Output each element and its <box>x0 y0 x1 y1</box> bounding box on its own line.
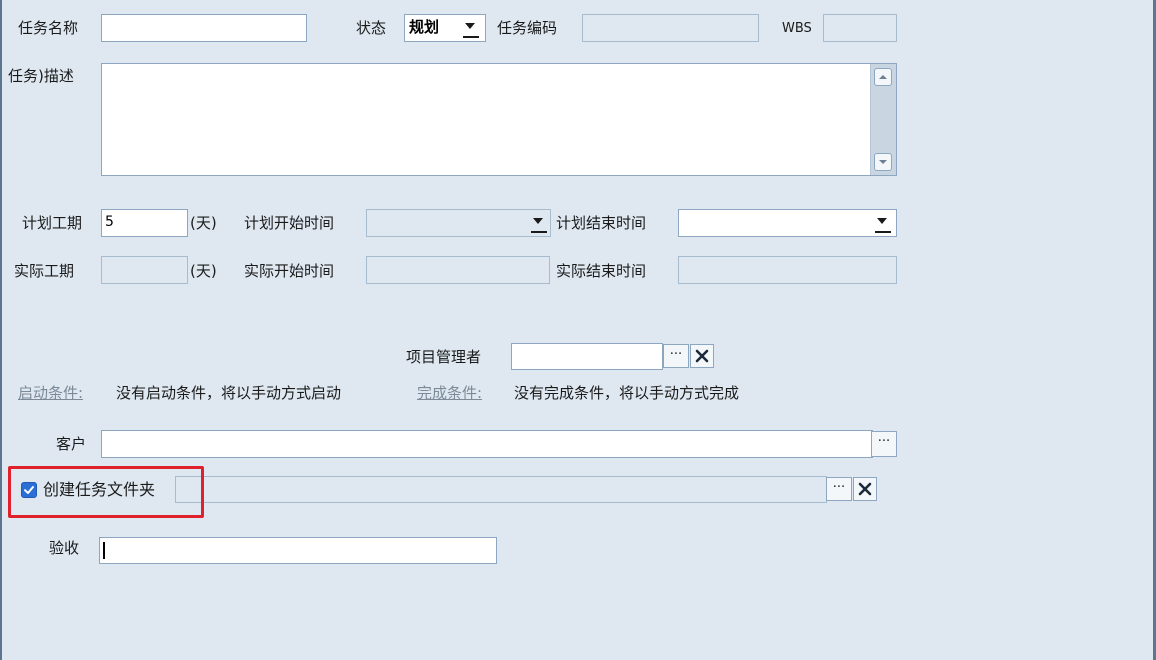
actual-duration-input[interactable] <box>101 256 188 284</box>
project-manager-input[interactable] <box>511 343 663 370</box>
finish-condition-text: 没有完成条件，将以手动方式完成 <box>514 384 740 402</box>
task-name-label: 任务名称 <box>18 19 79 37</box>
actual-duration-unit: (天) <box>190 262 217 280</box>
status-select-value: 规划 <box>409 18 440 36</box>
planned-start-select[interactable] <box>366 209 551 237</box>
planned-end-select[interactable] <box>678 209 897 237</box>
planned-duration-input[interactable]: 5 <box>101 209 188 237</box>
status-dropdown-arrow-icon[interactable] <box>460 15 482 41</box>
window-left-border <box>0 0 2 660</box>
scroll-down-icon[interactable] <box>874 153 892 171</box>
actual-end-input[interactable] <box>678 256 897 284</box>
description-textarea[interactable] <box>101 63 897 176</box>
description-label: 任务)描述 <box>8 67 74 85</box>
start-condition-link[interactable]: 启动条件: <box>18 383 83 403</box>
scroll-up-icon[interactable] <box>874 68 892 86</box>
actual-start-input[interactable] <box>366 256 550 284</box>
wbs-label: WBS <box>782 21 812 36</box>
project-manager-clear-icon[interactable] <box>690 344 714 368</box>
project-manager-label: 项目管理者 <box>406 348 482 366</box>
actual-start-label: 实际开始时间 <box>244 262 335 280</box>
task-code-input[interactable] <box>582 14 759 42</box>
task-folder-browse-button[interactable]: ··· <box>826 477 852 501</box>
description-scrollbar[interactable] <box>870 64 896 175</box>
planned-start-dropdown-icon[interactable] <box>528 210 550 236</box>
wbs-input[interactable] <box>823 14 897 42</box>
planned-end-label: 计划结束时间 <box>556 214 647 232</box>
planned-start-label: 计划开始时间 <box>244 214 335 232</box>
customer-browse-button[interactable]: ··· <box>871 431 897 457</box>
actual-duration-label: 实际工期 <box>14 262 75 280</box>
planned-duration-unit: (天) <box>190 214 217 232</box>
acceptance-input[interactable] <box>99 537 497 564</box>
project-manager-browse-button[interactable]: ··· <box>663 344 689 368</box>
customer-label: 客户 <box>56 435 87 453</box>
task-code-label: 任务编码 <box>497 19 558 37</box>
status-label: 状态 <box>356 19 387 37</box>
text-cursor <box>103 542 105 559</box>
start-condition-text: 没有启动条件，将以手动方式启动 <box>116 384 342 402</box>
task-name-input[interactable] <box>101 14 307 42</box>
planned-duration-label: 计划工期 <box>22 214 83 232</box>
customer-input[interactable] <box>101 430 873 458</box>
finish-condition-link[interactable]: 完成条件: <box>417 383 482 403</box>
highlight-box <box>8 466 204 518</box>
task-folder-clear-icon[interactable] <box>853 477 877 501</box>
actual-end-label: 实际结束时间 <box>556 262 647 280</box>
task-folder-path-input[interactable] <box>175 476 827 503</box>
planned-end-dropdown-icon[interactable] <box>872 210 894 236</box>
acceptance-label: 验收 <box>49 539 80 557</box>
